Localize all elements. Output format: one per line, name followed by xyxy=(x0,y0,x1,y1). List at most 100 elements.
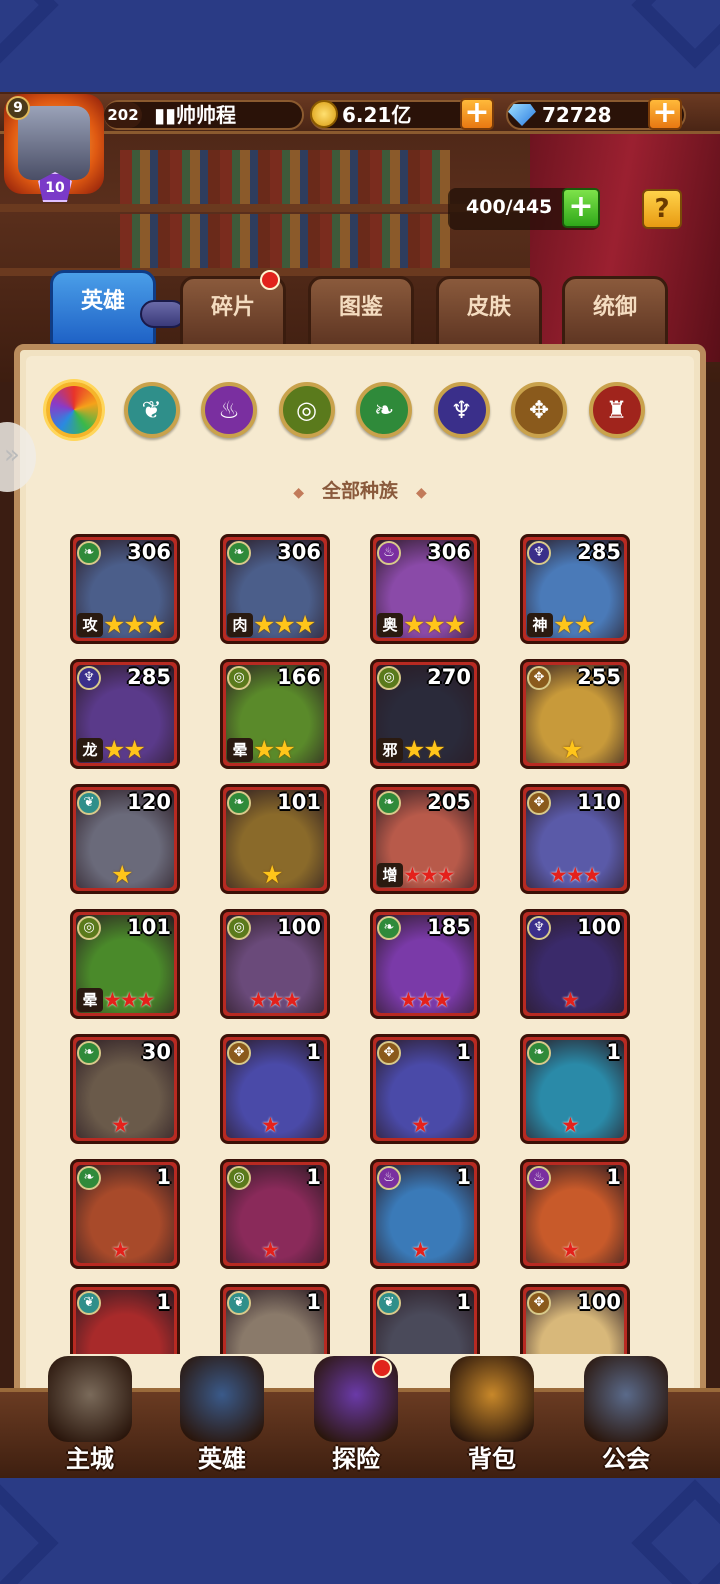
race-filter-forest-spirit[interactable]: ❦ xyxy=(123,382,180,438)
player-level: 202 xyxy=(104,102,142,128)
hero-level: 101 xyxy=(127,915,171,939)
abyss-race-icon: ♆ xyxy=(527,541,551,565)
hero-level: 1 xyxy=(306,1165,321,1189)
hero-card[interactable]: ♆ 100 ★ xyxy=(520,909,630,1019)
hero-level: 1 xyxy=(606,1040,621,1064)
hero-level: 205 xyxy=(427,790,471,814)
hero-card[interactable]: ◎ 166 晕 ★★ xyxy=(220,659,330,769)
hero-stars: ★ xyxy=(261,860,283,889)
nav-label: 英雄 xyxy=(198,1445,246,1473)
nav-adventure[interactable]: 探险 xyxy=(296,1356,416,1478)
tab-bar: 英雄 碎片 图鉴 皮肤 统御 xyxy=(0,270,720,350)
hero-card[interactable]: ✥ 100 xyxy=(520,1284,630,1354)
hero-card[interactable]: ♨ 306 奥 ★★★ xyxy=(370,534,480,644)
tab-codex[interactable]: 图鉴 xyxy=(308,276,414,348)
race-filter-nature[interactable]: ❧ xyxy=(356,382,412,438)
light-race-icon: ✥ xyxy=(527,1291,551,1315)
hero-card[interactable]: ◎ 1 ★ xyxy=(220,1159,330,1269)
nav-main-city[interactable]: 主城 xyxy=(30,1356,150,1478)
light-icon: ✥ xyxy=(528,396,550,424)
hero-level: 185 xyxy=(427,915,471,939)
hero-card[interactable]: ❧ 1 ★ xyxy=(70,1159,180,1269)
hero-card[interactable]: ❦ 1 xyxy=(220,1284,330,1354)
tab-command[interactable]: 统御 xyxy=(562,276,668,348)
add-diamond-button[interactable]: + xyxy=(648,98,682,130)
nav-guild[interactable]: 公会 xyxy=(566,1356,686,1478)
player-name-pill[interactable]: 202 ▮▮帅帅程 xyxy=(104,100,304,130)
nav-heroes[interactable]: 英雄 xyxy=(162,1356,282,1478)
race-filter-shadow[interactable]: ♨ xyxy=(201,382,257,438)
hero-card[interactable]: ♨ 1 ★ xyxy=(370,1159,480,1269)
hero-role-tag: 神 xyxy=(527,613,553,637)
player-avatar[interactable]: 9 10 xyxy=(4,94,108,206)
guild-icon xyxy=(584,1356,668,1442)
hero-stars: ★★★ xyxy=(403,610,466,639)
hero-stars: ★ xyxy=(261,1238,280,1262)
gold-coin-icon xyxy=(310,100,338,128)
race-filter-eye[interactable]: ◎ xyxy=(278,382,335,438)
diamond-icon xyxy=(508,104,536,126)
expand-capacity-button[interactable]: + xyxy=(562,188,600,228)
hero-card[interactable]: ◎ 270 邪 ★★ xyxy=(370,659,480,769)
hero-stars: ★★★ xyxy=(253,610,316,639)
hero-card[interactable]: ❧ 101 ★ xyxy=(220,784,330,894)
race-filter-abyss[interactable]: ♆ xyxy=(433,382,490,438)
hero-level: 306 xyxy=(427,540,471,564)
hero-level: 1 xyxy=(606,1165,621,1189)
forest-spirit-race-icon: ❦ xyxy=(77,791,101,815)
hero-card[interactable]: ❦ 1 xyxy=(70,1284,180,1354)
hero-card[interactable]: ✥ 1 ★ xyxy=(370,1034,480,1144)
nature-race-icon: ❧ xyxy=(77,541,101,565)
nav-backpack[interactable]: 背包 xyxy=(432,1356,552,1478)
gold-amount: 6.21亿 xyxy=(342,103,412,127)
hero-stars: ★ xyxy=(561,988,580,1012)
nav-label: 探险 xyxy=(332,1445,380,1473)
adventure-notification-dot xyxy=(372,1358,392,1378)
hero-card[interactable]: ♆ 285 龙 ★★ xyxy=(70,659,180,769)
hero-card[interactable]: ✥ 255 ★ xyxy=(520,659,630,769)
diamond-ornament-icon: ◆ xyxy=(293,485,304,501)
hero-card[interactable]: ❦ 1 xyxy=(370,1284,480,1354)
add-gold-button[interactable]: + xyxy=(460,98,494,130)
shadow-icon: ♨ xyxy=(218,396,240,424)
hero-level: 285 xyxy=(577,540,621,564)
race-filter-fortress[interactable]: ♜ xyxy=(588,382,645,438)
help-button[interactable]: ? xyxy=(642,189,682,229)
hero-level: 100 xyxy=(577,1290,621,1314)
race-filter-light[interactable]: ✥ xyxy=(511,382,567,438)
hero-stars: ★★ xyxy=(403,735,446,764)
hero-level: 101 xyxy=(277,790,321,814)
hero-card[interactable]: ❧ 30 ★ xyxy=(70,1034,180,1144)
shadow-race-icon: ♨ xyxy=(527,1166,551,1190)
avatar-level-badge: 9 xyxy=(6,96,30,120)
fortress-icon: ♜ xyxy=(605,396,628,424)
hero-level: 100 xyxy=(277,915,321,939)
hero-card[interactable]: ♨ 1 ★ xyxy=(520,1159,630,1269)
hero-card[interactable]: ❧ 185 ★★★ xyxy=(370,909,480,1019)
forest-spirit-icon: ❦ xyxy=(141,396,162,424)
capacity-text: 400/445 xyxy=(466,196,553,218)
hero-card[interactable]: ❧ 1 ★ xyxy=(520,1034,630,1144)
hero-card[interactable]: ◎ 100 ★★★ xyxy=(220,909,330,1019)
hero-card[interactable]: ❧ 205 增 ★★★ xyxy=(370,784,480,894)
race-title-text: 全部种族 xyxy=(321,480,398,502)
hero-card[interactable]: ✥ 1 ★ xyxy=(220,1034,330,1144)
hero-level: 1 xyxy=(156,1165,171,1189)
light-race-icon: ✥ xyxy=(527,666,551,690)
forest-spirit-race-icon: ❦ xyxy=(377,1291,401,1315)
hero-role-tag: 龙 xyxy=(77,738,103,762)
race-filter-all[interactable] xyxy=(46,382,102,438)
bookshelf xyxy=(120,214,450,268)
hero-stars: ★ xyxy=(561,735,583,764)
hero-card[interactable]: ❦ 120 ★ xyxy=(70,784,180,894)
hero-card[interactable]: ◎ 101 晕 ★★★ xyxy=(70,909,180,1019)
hero-card[interactable]: ✥ 110 ★★★ xyxy=(520,784,630,894)
hero-level: 306 xyxy=(277,540,321,564)
heroes-icon xyxy=(180,1356,264,1442)
hero-card[interactable]: ❧ 306 肉 ★★★ xyxy=(220,534,330,644)
hero-card[interactable]: ♆ 285 神 ★★ xyxy=(520,534,630,644)
hero-card[interactable]: ❧ 306 攻 ★★★ xyxy=(70,534,180,644)
eye-icon: ◎ xyxy=(296,396,317,424)
decor-diamond xyxy=(0,1479,59,1584)
tab-skins[interactable]: 皮肤 xyxy=(436,276,542,348)
